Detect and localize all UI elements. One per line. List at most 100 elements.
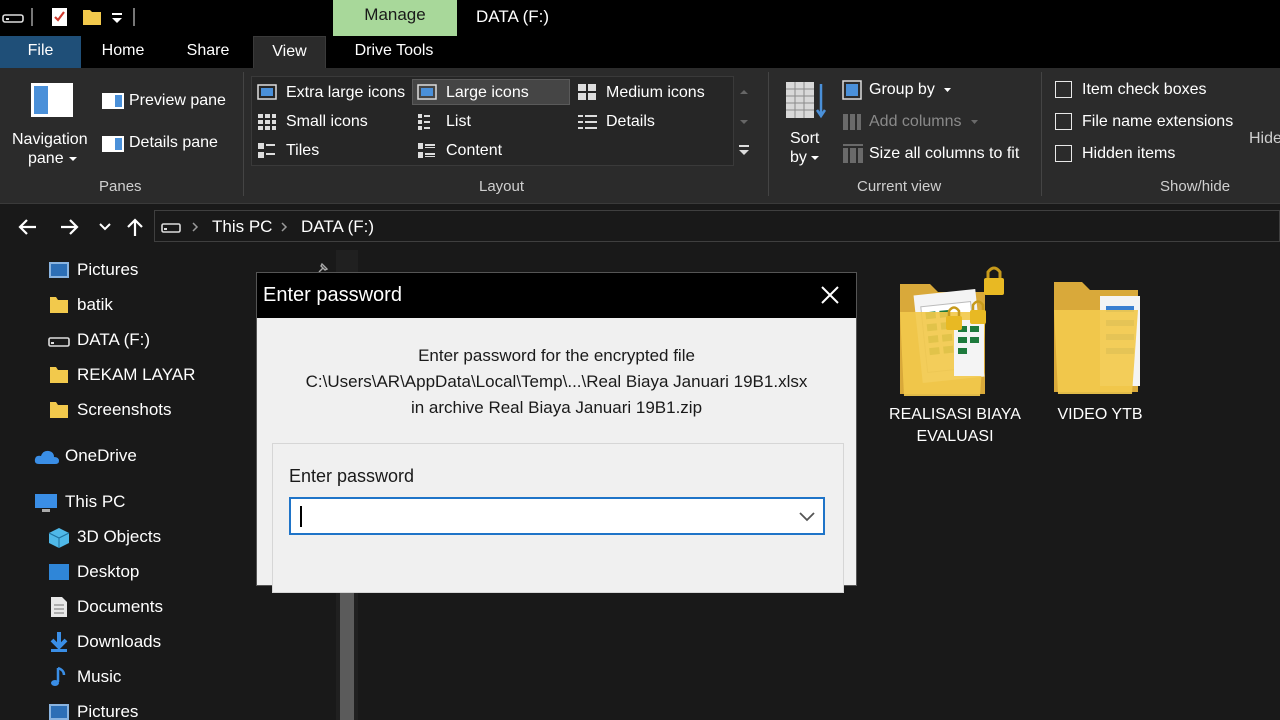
hide-selected-items-button[interactable]: Hide xyxy=(1249,130,1280,148)
layout-list[interactable]: List xyxy=(446,113,471,131)
sidebar-item-rekam-layar[interactable]: REKAM LAYAR xyxy=(77,365,195,385)
up-arrow-icon[interactable] xyxy=(126,217,144,237)
sidebar-item-documents[interactable]: Documents xyxy=(77,597,163,617)
chevron-down-icon[interactable] xyxy=(970,119,979,125)
sidebar-item-downloads[interactable]: Downloads xyxy=(77,632,161,652)
sidebar-item-onedrive[interactable]: OneDrive xyxy=(65,446,137,466)
gallery-up-icon[interactable] xyxy=(739,88,749,96)
sidebar-item-music[interactable]: Music xyxy=(77,667,121,687)
password-input[interactable] xyxy=(289,497,825,535)
dialog-title: Enter password xyxy=(263,284,402,306)
details-icon xyxy=(578,115,597,129)
locked-folder-icon xyxy=(900,266,1004,396)
group-by-icon xyxy=(842,80,862,100)
hidden-items-checkbox[interactable] xyxy=(1055,145,1072,162)
chevron-down-icon[interactable] xyxy=(797,508,817,524)
chevron-down-icon[interactable] xyxy=(943,87,952,93)
details-pane-button[interactable]: Details pane xyxy=(129,134,218,152)
properties-icon[interactable] xyxy=(49,6,71,28)
gallery-more-icon[interactable] xyxy=(738,144,750,156)
layout-tiles[interactable]: Tiles xyxy=(286,142,319,160)
preview-pane-button[interactable]: Preview pane xyxy=(129,92,226,110)
customize-toolbar-icon[interactable] xyxy=(109,6,125,28)
sort-by-icon[interactable] xyxy=(785,80,827,122)
forward-arrow-icon[interactable] xyxy=(60,218,80,236)
layout-content[interactable]: Content xyxy=(446,142,502,160)
extra-large-icons-icon xyxy=(257,84,277,100)
sort-by-label[interactable]: Sort xyxy=(790,130,819,148)
size-all-columns-button[interactable]: Size all columns to fit xyxy=(869,145,1019,163)
tab-manage[interactable]: Manage xyxy=(333,0,457,36)
new-folder-icon[interactable] xyxy=(81,6,103,28)
chevron-right-icon[interactable] xyxy=(280,222,288,232)
list-icon xyxy=(418,114,430,130)
item-check-boxes-checkbox[interactable] xyxy=(1055,81,1072,98)
folder-item-realisasi[interactable]: REALISASI BIAYA EVALUASI xyxy=(875,264,1021,454)
size-columns-icon xyxy=(843,144,863,163)
desktop-icon xyxy=(49,564,69,580)
tab-view[interactable]: View xyxy=(253,36,326,68)
navigation-pane-label-2[interactable]: pane xyxy=(28,150,64,168)
content-icon xyxy=(418,143,435,158)
drive-icon xyxy=(48,337,70,347)
small-icons-icon xyxy=(258,114,276,130)
breadcrumb-data-f[interactable]: DATA (F:) xyxy=(301,217,374,237)
layout-extra-large-icons[interactable]: Extra large icons xyxy=(286,84,405,102)
tiles-icon xyxy=(258,143,275,158)
drive-icon[interactable] xyxy=(2,6,24,28)
tab-share[interactable]: Share xyxy=(176,36,240,68)
layout-large-icons[interactable]: Large icons xyxy=(446,84,529,102)
sidebar-item-this-pc[interactable]: This PC xyxy=(65,492,125,512)
sidebar-item-pictures[interactable]: Pictures xyxy=(77,260,138,280)
preview-pane-icon[interactable] xyxy=(101,92,125,110)
add-columns-button[interactable]: Add columns xyxy=(869,113,962,131)
chevron-down-icon[interactable] xyxy=(810,155,820,161)
gallery-down-icon[interactable] xyxy=(739,118,749,126)
breadcrumb-this-pc[interactable]: This PC xyxy=(212,217,272,237)
tab-file[interactable]: File xyxy=(0,36,81,68)
folder-item-label: REALISASI BIAYA EVALUASI xyxy=(875,404,1035,448)
window-title: DATA (F:) xyxy=(476,7,550,26)
layout-medium-icons[interactable]: Medium icons xyxy=(606,84,705,102)
this-pc-icon xyxy=(35,494,57,512)
chevron-down-icon[interactable] xyxy=(68,156,78,162)
drive-icon xyxy=(161,223,181,233)
group-by-button[interactable]: Group by xyxy=(869,81,935,99)
downloads-icon xyxy=(50,632,68,652)
ribbon: Navigation pane Preview pane Details pan… xyxy=(0,68,1280,204)
file-name-extensions-label[interactable]: File name extensions xyxy=(1082,113,1233,131)
dialog-message-archive: in archive Real Biaya Januari 19B1.zip xyxy=(410,398,703,417)
file-name-extensions-checkbox[interactable] xyxy=(1055,113,1072,130)
toolbar-divider xyxy=(133,8,135,26)
tab-home[interactable]: Home xyxy=(90,36,156,68)
folder-label-line: REALISASI BIAYA xyxy=(889,406,1021,423)
group-label-current-view: Current view xyxy=(857,178,942,195)
tab-drive-tools[interactable]: Drive Tools xyxy=(340,36,448,68)
sidebar-item-data-f[interactable]: DATA (F:) xyxy=(77,330,150,350)
sidebar-item-3d-objects[interactable]: 3D Objects xyxy=(77,527,161,547)
folder-label-line: VIDEO YTB xyxy=(1057,406,1143,423)
details-pane-icon[interactable] xyxy=(101,135,125,153)
sidebar-item-desktop[interactable]: Desktop xyxy=(77,562,139,582)
hidden-items-label[interactable]: Hidden items xyxy=(1082,145,1175,163)
sidebar-item-pictures-2[interactable]: Pictures xyxy=(77,702,138,720)
layout-small-icons[interactable]: Small icons xyxy=(286,113,368,131)
layout-details[interactable]: Details xyxy=(606,113,655,131)
folder-item-video-ytb[interactable]: VIDEO YTB xyxy=(1040,264,1160,454)
chevron-right-icon[interactable] xyxy=(191,222,199,232)
recent-locations-chevron-icon[interactable] xyxy=(99,223,111,231)
navigation-pane-label[interactable]: Navigation xyxy=(12,131,88,149)
folder-icon xyxy=(50,402,68,418)
folder-item-label: VIDEO YTB xyxy=(1040,404,1160,426)
address-bar[interactable]: This PC DATA (F:) xyxy=(154,210,1280,242)
sidebar-scrollbar-thumb[interactable] xyxy=(340,580,354,720)
back-arrow-icon[interactable] xyxy=(17,218,37,236)
ribbon-tabs: File Home Share View Drive Tools xyxy=(0,36,1280,68)
close-icon[interactable] xyxy=(818,283,842,307)
item-check-boxes-label[interactable]: Item check boxes xyxy=(1082,81,1207,99)
navigation-pane-icon[interactable] xyxy=(30,82,74,118)
dialog-title-bar[interactable]: Enter password xyxy=(257,273,856,318)
sort-by-label-2[interactable]: by xyxy=(790,149,807,167)
sidebar-item-screenshots[interactable]: Screenshots xyxy=(77,400,172,420)
sidebar-item-batik[interactable]: batik xyxy=(77,295,113,315)
